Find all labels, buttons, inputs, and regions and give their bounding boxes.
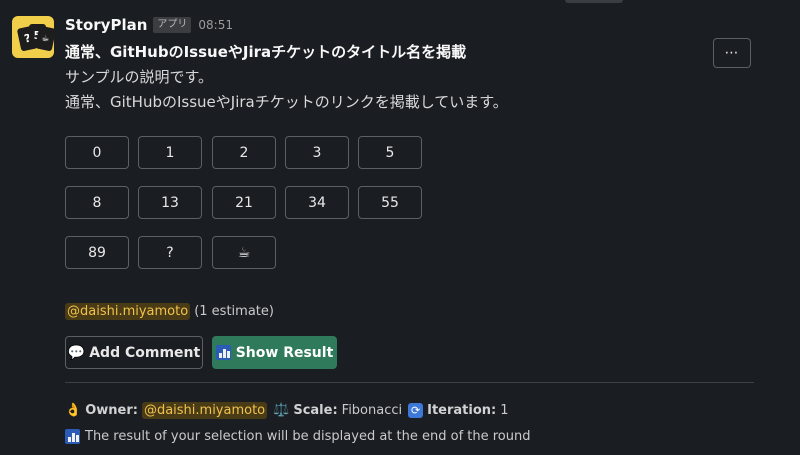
result-note: The result of your selection will be dis… <box>85 428 531 444</box>
vote-button-2[interactable]: 2 <box>212 136 276 169</box>
context-info-line: 👌 Owner: @daishi.miyamoto ⚖️ Scale: Fibo… <box>65 400 509 420</box>
story-description-line: サンプルの説明です。 <box>65 68 214 86</box>
speech-bubble-icon: 💬 <box>67 344 86 361</box>
estimate-count: (1 estimate) <box>194 303 274 319</box>
avatar-card-coffee: ☕ <box>34 25 54 52</box>
bar-chart-icon <box>215 345 231 360</box>
result-note-line: The result of your selection will be dis… <box>65 426 531 446</box>
vote-button-coffee[interactable]: ☕ <box>212 236 276 269</box>
iteration-value: 1 <box>500 402 509 418</box>
vote-button-55[interactable]: 55 <box>358 186 422 219</box>
vote-button-34[interactable]: 34 <box>285 186 349 219</box>
vote-button-unknown[interactable]: ? <box>138 236 202 269</box>
voters-line: @daishi.miyamoto (1 estimate) <box>65 300 274 322</box>
vote-button-3[interactable]: 3 <box>285 136 349 169</box>
vote-button-8[interactable]: 8 <box>65 186 129 219</box>
scale-label: Scale: <box>293 402 338 418</box>
scale-value: Fibonacci <box>341 402 403 418</box>
story-title: 通常、GitHubのIssueやJiraチケットのタイトル名を掲載 <box>65 43 467 61</box>
vote-button-13[interactable]: 13 <box>138 186 202 219</box>
ok-hand-icon: 👌 <box>65 402 82 418</box>
show-result-button[interactable]: Show Result <box>212 336 337 369</box>
repeat-icon: ⟳ <box>408 402 424 418</box>
more-actions-button[interactable]: ⋯ <box>713 38 751 68</box>
vote-button-21[interactable]: 21 <box>212 186 276 219</box>
voter-mention[interactable]: @daishi.miyamoto <box>65 302 191 320</box>
owner-mention[interactable]: @daishi.miyamoto <box>141 401 268 419</box>
app-name[interactable]: StoryPlan <box>65 16 147 34</box>
app-badge: アプリ <box>153 17 192 33</box>
bar-chart-icon <box>65 428 80 444</box>
iteration-label: Iteration: <box>427 402 497 418</box>
divider <box>65 382 754 383</box>
story-description-line: 通常、GitHubのIssueやJiraチケットのリンクを掲載しています。 <box>65 93 508 111</box>
vote-button-89[interactable]: 89 <box>65 236 129 269</box>
vote-button-0[interactable]: 0 <box>65 136 129 169</box>
scales-icon: ⚖️ <box>273 402 290 418</box>
app-avatar[interactable]: ? 5 ☕ <box>12 16 54 58</box>
message-time[interactable]: 08:51 <box>198 18 233 32</box>
top-scroll-indicator <box>565 0 623 3</box>
add-comment-button[interactable]: 💬 Add Comment <box>65 336 203 369</box>
add-comment-label: Add Comment <box>89 344 201 361</box>
show-result-label: Show Result <box>235 344 334 361</box>
owner-label: Owner: <box>85 402 138 418</box>
vote-button-5[interactable]: 5 <box>358 136 422 169</box>
more-icon: ⋯ <box>724 45 740 61</box>
message-header: StoryPlan アプリ 08:51 <box>65 14 233 36</box>
vote-button-1[interactable]: 1 <box>138 136 202 169</box>
